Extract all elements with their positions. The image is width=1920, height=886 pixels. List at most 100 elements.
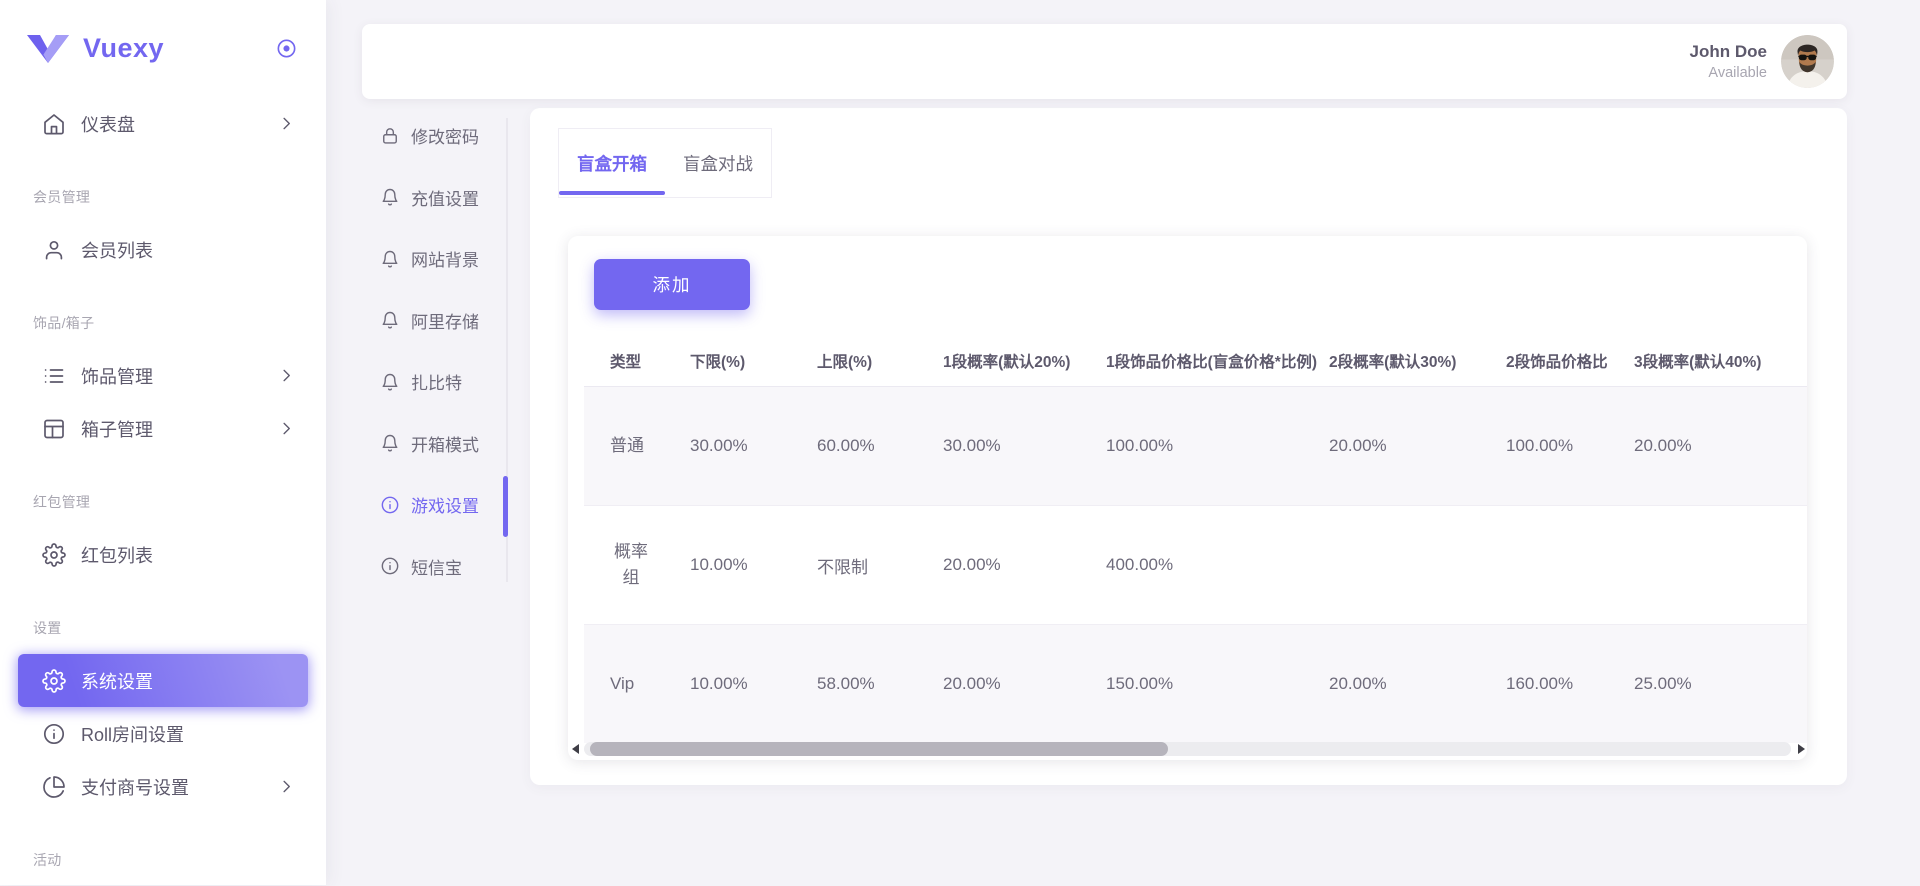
table-row-0: 普通30.00%60.00%30.00%100.00%20.00%100.00%… [584, 387, 1807, 506]
subnav-item-2[interactable]: 网站背景 [380, 228, 504, 290]
table-cell: 30.00% [680, 387, 807, 506]
sidebar-item-11[interactable]: 支付商号设置 [18, 760, 308, 813]
pie-chart-icon [42, 775, 66, 799]
bell-icon [380, 187, 400, 207]
table-cell: 10.00% [680, 625, 807, 744]
table-cell: 20.00% [1319, 387, 1496, 506]
subnav-item-label: 网站背景 [411, 246, 479, 271]
sidebar-item-0[interactable]: 仪表盘 [18, 97, 308, 150]
content-card: 盲盒开箱盲盒对战 添加 类型下限(%)上限(%)1段概率(默认20%)1段饰品价… [530, 108, 1847, 785]
table-column-header: 下限(%) [680, 336, 807, 387]
subnav-item-0[interactable]: 修改密码 [380, 105, 504, 167]
table-header-row: 类型下限(%)上限(%)1段概率(默认20%)1段饰品价格比(盲盒价格*比例)2… [584, 336, 1807, 387]
table-cell: 不限制 [807, 506, 933, 625]
table-wrap: 类型下限(%)上限(%)1段概率(默认20%)1段饰品价格比(盲盒价格*比例)2… [568, 336, 1807, 743]
subnav-item-1[interactable]: 充值设置 [380, 167, 504, 229]
info-icon [380, 495, 400, 515]
table-cell: 100.00% [1096, 387, 1319, 506]
game-settings-table: 类型下限(%)上限(%)1段概率(默认20%)1段饰品价格比(盲盒价格*比例)2… [584, 336, 1807, 743]
table-cell: Vip [584, 625, 680, 744]
home-icon [42, 112, 66, 136]
sidebar-item-7[interactable]: 红包列表 [18, 528, 308, 581]
sidebar-item-label: 支付商号设置 [81, 774, 277, 800]
table-cell: 60.00% [807, 387, 933, 506]
sidebar-item-label: 仪表盘 [81, 111, 277, 137]
bell-icon [380, 249, 400, 269]
chevron-right-icon [277, 366, 296, 385]
table-cell: 30.00% [933, 387, 1096, 506]
subnav-item-label: 短信宝 [411, 554, 462, 579]
subnav-item-label: 阿里存储 [411, 308, 479, 333]
topbar: John Doe Available [362, 24, 1847, 99]
record-circle-icon[interactable] [275, 37, 298, 60]
subnav-item-3[interactable]: 阿里存储 [380, 290, 504, 352]
lock-icon [380, 126, 400, 146]
sidebar-item-label: 饰品管理 [81, 363, 277, 389]
tab-0[interactable]: 盲盒开箱 [559, 129, 665, 197]
scroll-left-arrow-icon[interactable] [572, 744, 579, 754]
sidebar-item-9[interactable]: 系统设置 [18, 654, 308, 707]
table-cell: 150.00% [1096, 625, 1319, 744]
sidebar-item-2[interactable]: 会员列表 [18, 223, 308, 276]
table-cell: 20.00% [933, 625, 1096, 744]
sidebar-section-label: 设置 [0, 601, 326, 654]
table-column-header: 1段饰品价格比(盲盒价格*比例) [1096, 336, 1319, 387]
table-cell: 概率组 [584, 506, 680, 625]
table-cell: 20.00% [933, 506, 1096, 625]
table-cell [1624, 506, 1807, 625]
subnav-item-label: 充值设置 [411, 185, 479, 210]
table-column-header: 2段饰品价格比 [1496, 336, 1624, 387]
bell-icon [380, 310, 400, 330]
gear-icon [42, 543, 66, 567]
table-column-header: 上限(%) [807, 336, 933, 387]
table-row-1: 概率组10.00%不限制20.00%400.00% [584, 506, 1807, 625]
sidebar-item-10[interactable]: Roll房间设置 [18, 707, 308, 760]
vuexy-logo-icon [26, 34, 70, 64]
sidebar-nav: 仪表盘会员管理会员列表饰品/箱子饰品管理箱子管理红包管理红包列表设置系统设置 Ro… [0, 97, 326, 886]
bell-icon [380, 433, 400, 453]
table-cell [1319, 506, 1496, 625]
add-button[interactable]: 添加 [594, 259, 750, 310]
subnav-item-6[interactable]: 游戏设置 [380, 474, 504, 536]
user-avatar[interactable] [1781, 35, 1834, 88]
chevron-right-icon [277, 419, 296, 438]
info-icon [380, 556, 400, 576]
sidebar-item-label: 箱子管理 [81, 416, 277, 442]
user-info[interactable]: John Doe Available [1690, 42, 1767, 81]
sidebar-item-4[interactable]: 饰品管理 [18, 349, 308, 402]
table-row-2: Vip10.00%58.00%20.00%150.00%20.00%160.00… [584, 625, 1807, 744]
sidebar-item-label: 红包列表 [81, 542, 296, 568]
sidebar-section-label: 红包管理 [0, 475, 326, 528]
user-name: John Doe [1690, 42, 1767, 62]
table-column-header: 2段概率(默认30%) [1319, 336, 1496, 387]
subnav-item-label: 扎比特 [411, 369, 462, 394]
subnav-item-4[interactable]: 扎比特 [380, 351, 504, 413]
table-cell: 普通 [584, 387, 680, 506]
gear-icon [42, 669, 66, 693]
sidebar-item-label: 会员列表 [81, 237, 296, 263]
tabs-bar: 盲盒开箱盲盒对战 [558, 128, 772, 198]
sidebar-section-label: 会员管理 [0, 170, 326, 223]
scrollbar-thumb[interactable] [590, 742, 1168, 756]
sidebar-item-5[interactable]: 箱子管理 [18, 402, 308, 455]
layout-icon [42, 417, 66, 441]
sidebar-section-label: 饰品/箱子 [0, 296, 326, 349]
table-cell: 58.00% [807, 625, 933, 744]
table-panel: 添加 类型下限(%)上限(%)1段概率(默认20%)1段饰品价格比(盲盒价格*比… [568, 236, 1807, 760]
brand-name[interactable]: Vuexy [83, 33, 275, 64]
table-cell: 100.00% [1496, 387, 1624, 506]
sidebar-section-label: 活动 [0, 833, 326, 886]
tab-1[interactable]: 盲盒对战 [665, 129, 771, 197]
subnav-item-7[interactable]: 短信宝 [380, 536, 504, 598]
subnav-item-5[interactable]: 开箱模式 [380, 413, 504, 475]
scroll-right-arrow-icon[interactable] [1798, 744, 1805, 754]
sidebar-item-label: Roll房间设置 [81, 721, 296, 747]
chevron-right-icon [277, 114, 296, 133]
info-icon [42, 722, 66, 746]
horizontal-scrollbar[interactable] [584, 742, 1791, 756]
table-cell: 10.00% [680, 506, 807, 625]
settings-subnav: 修改密码充值设置网站背景阿里存储扎比特开箱模式游戏设置短信宝 [380, 105, 504, 597]
table-cell: 25.00% [1624, 625, 1807, 744]
list-icon [42, 364, 66, 388]
table-cell: 400.00% [1096, 506, 1319, 625]
